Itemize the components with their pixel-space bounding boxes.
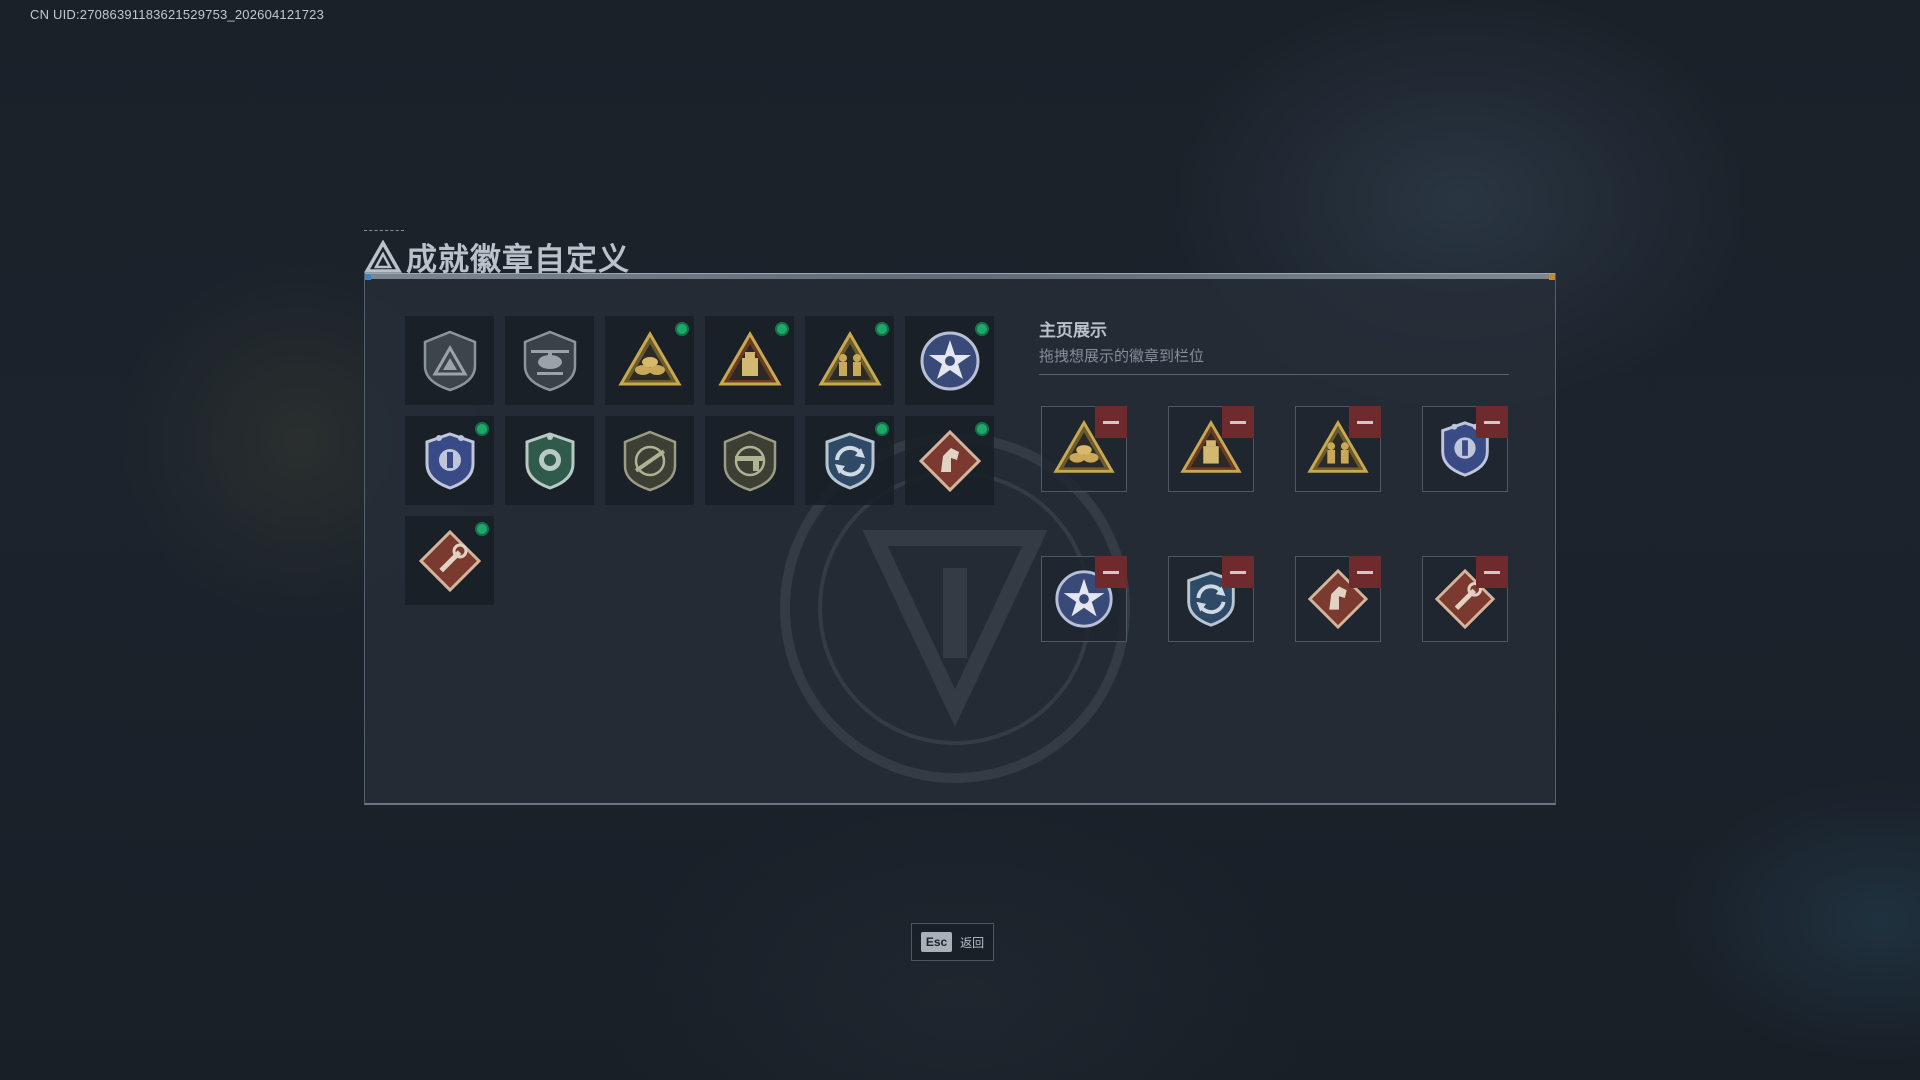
remove-button[interactable] xyxy=(1095,556,1127,588)
pistol-shield-badge-icon xyxy=(723,430,776,491)
remove-button[interactable] xyxy=(1349,406,1381,438)
badge-cell[interactable] xyxy=(405,416,494,505)
showcase-slot[interactable] xyxy=(1168,406,1254,492)
badge-cell[interactable] xyxy=(805,316,894,405)
wrench-diamond-badge-icon xyxy=(418,529,481,592)
green-crest-badge-icon xyxy=(525,431,574,490)
minus-icon xyxy=(1357,570,1373,574)
minus-icon xyxy=(1230,570,1246,574)
blue-crest-badge-icon xyxy=(425,431,474,490)
remove-button[interactable] xyxy=(1222,556,1254,588)
showcase-header: 主页展示 拖拽想展示的徽章到栏位 xyxy=(1039,316,1509,375)
rotation-crest-badge-icon xyxy=(825,431,874,490)
showcase-slot[interactable] xyxy=(1295,406,1381,492)
panel-top-bar xyxy=(365,273,1555,280)
minus-icon xyxy=(1484,570,1500,574)
badge-cell[interactable] xyxy=(705,316,794,405)
badge-cell[interactable] xyxy=(505,316,594,405)
rifle-shield-badge-icon xyxy=(623,430,676,491)
new-indicator xyxy=(475,422,489,436)
horse-diamond-badge-icon xyxy=(918,429,981,492)
new-indicator xyxy=(975,422,989,436)
remove-button[interactable] xyxy=(1349,556,1381,588)
new-indicator xyxy=(675,322,689,336)
esc-key-hint: Esc xyxy=(920,932,953,952)
badge-cell[interactable] xyxy=(405,316,494,405)
badge-customize-panel: 主页展示 拖拽想展示的徽章到栏位 xyxy=(364,273,1556,805)
minus-icon xyxy=(1103,420,1119,424)
showcase-slot[interactable] xyxy=(1041,556,1127,642)
badge-cell[interactable] xyxy=(905,416,994,505)
minus-icon xyxy=(1103,570,1119,574)
remove-button[interactable] xyxy=(1222,406,1254,438)
star-round-badge-icon xyxy=(920,331,979,390)
remove-button[interactable] xyxy=(1095,406,1127,438)
badge-cell[interactable] xyxy=(605,416,694,505)
back-label: 返回 xyxy=(960,935,985,950)
minus-icon xyxy=(1484,420,1500,424)
soldiers-triangle-badge-icon xyxy=(817,330,882,385)
showcase-slot[interactable] xyxy=(1168,556,1254,642)
showcase-slot[interactable] xyxy=(1295,556,1381,642)
helicopter-shield-badge-icon xyxy=(523,330,576,391)
showcase-title: 主页展示 xyxy=(1039,321,1107,341)
minus-icon xyxy=(1230,420,1246,424)
minus-icon xyxy=(1357,420,1373,424)
remove-button[interactable] xyxy=(1476,406,1508,438)
new-indicator xyxy=(875,322,889,336)
badge-cell[interactable] xyxy=(705,416,794,505)
triangle-shield-badge-icon xyxy=(423,330,476,391)
new-indicator xyxy=(975,322,989,336)
remove-button[interactable] xyxy=(1476,556,1508,588)
showcase-slot[interactable] xyxy=(1422,406,1508,492)
showcase-slots xyxy=(1041,406,1508,642)
sandbag-triangle-badge-icon xyxy=(617,330,682,385)
new-indicator xyxy=(775,322,789,336)
new-indicator xyxy=(875,422,889,436)
showcase-slot[interactable] xyxy=(1422,556,1508,642)
uid-label: CN UID:2708639118362152​9753_20260412172… xyxy=(30,7,325,22)
badge-cell[interactable] xyxy=(605,316,694,405)
badge-cell[interactable] xyxy=(805,416,894,505)
showcase-slot[interactable] xyxy=(1041,406,1127,492)
badge-cell[interactable] xyxy=(905,316,994,405)
badge-collection-grid xyxy=(405,316,994,605)
badge-cell[interactable] xyxy=(405,516,494,605)
new-indicator xyxy=(475,522,489,536)
badge-cell[interactable] xyxy=(505,416,594,505)
triangle-logo-icon xyxy=(364,239,402,273)
back-button[interactable]: Esc 返回 xyxy=(911,923,994,961)
crate-triangle-badge-icon xyxy=(717,330,782,385)
showcase-subtitle: 拖拽想展示的徽章到栏位 xyxy=(1039,347,1205,365)
